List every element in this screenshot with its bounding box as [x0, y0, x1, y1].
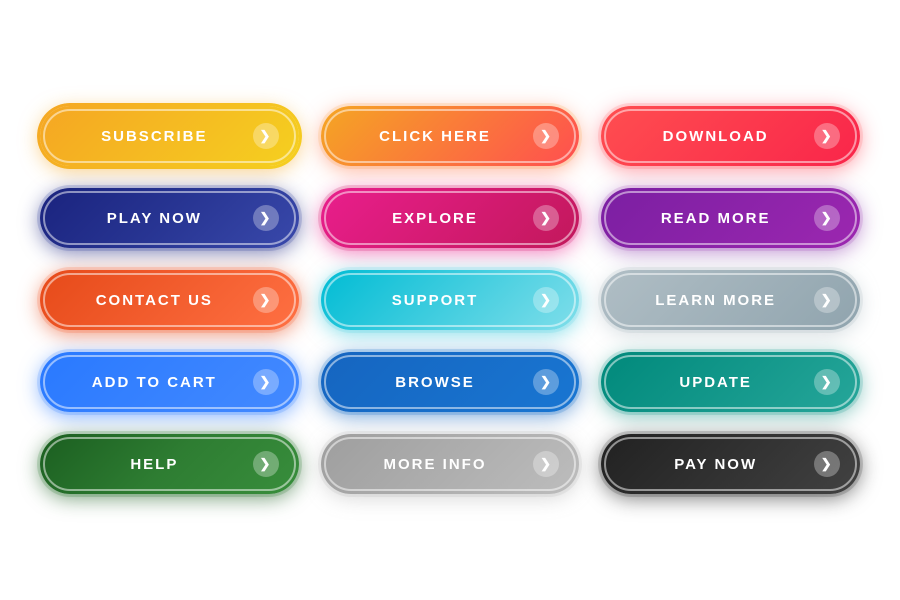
learn-more-label: LEARN MORE	[621, 292, 810, 309]
pay-now-button[interactable]: PAY NOW ❯	[601, 434, 860, 494]
inner-border	[43, 191, 296, 245]
inner-border	[604, 109, 857, 163]
inner-border	[324, 355, 577, 409]
browse-button[interactable]: BROWSE ❯	[321, 352, 580, 412]
update-button[interactable]: UPDATE ❯	[601, 352, 860, 412]
learn-more-button[interactable]: LEARN MORE ❯	[601, 270, 860, 330]
inner-border	[324, 273, 577, 327]
read-more-label: READ MORE	[621, 210, 810, 227]
inner-border	[604, 437, 857, 491]
download-chevron-icon: ❯	[814, 123, 840, 149]
update-label: UPDATE	[621, 374, 810, 391]
support-button[interactable]: SUPPORT ❯	[321, 270, 580, 330]
download-button[interactable]: DOWNLOAD ❯	[601, 106, 860, 166]
pay-now-label: PAY NOW	[621, 456, 810, 473]
subscribe-button[interactable]: SUBSCRIBE ❯	[40, 106, 299, 166]
inner-border	[43, 355, 296, 409]
subscribe-chevron-icon: ❯	[253, 123, 279, 149]
explore-label: EXPLORE	[341, 210, 530, 227]
play-now-button[interactable]: PLAY NOW ❯	[40, 188, 299, 248]
update-chevron-icon: ❯	[814, 369, 840, 395]
help-button[interactable]: HELP ❯	[40, 434, 299, 494]
add-to-cart-label: ADD TO CART	[60, 374, 249, 391]
support-label: SUPPORT	[341, 292, 530, 309]
download-label: DOWNLOAD	[621, 128, 810, 145]
play-now-label: PLAY NOW	[60, 210, 249, 227]
add-to-cart-button[interactable]: ADD TO CART ❯	[40, 352, 299, 412]
add-to-cart-chevron-icon: ❯	[253, 369, 279, 395]
contact-us-label: CONTACT US	[60, 292, 249, 309]
browse-chevron-icon: ❯	[533, 369, 559, 395]
pay-now-chevron-icon: ❯	[814, 451, 840, 477]
help-chevron-icon: ❯	[253, 451, 279, 477]
more-info-label: MORE INFO	[341, 456, 530, 473]
inner-border	[604, 191, 857, 245]
help-label: HELP	[60, 456, 249, 473]
inner-border	[43, 109, 296, 163]
more-info-chevron-icon: ❯	[533, 451, 559, 477]
click-here-label: CLICK HERE	[341, 128, 530, 145]
inner-border	[43, 273, 296, 327]
subscribe-label: SUBSCRIBE	[60, 128, 249, 145]
play-now-chevron-icon: ❯	[253, 205, 279, 231]
explore-chevron-icon: ❯	[533, 205, 559, 231]
explore-button[interactable]: EXPLORE ❯	[321, 188, 580, 248]
inner-border	[324, 437, 577, 491]
click-here-chevron-icon: ❯	[533, 123, 559, 149]
browse-label: BROWSE	[341, 374, 530, 391]
inner-border	[324, 109, 577, 163]
learn-more-chevron-icon: ❯	[814, 287, 840, 313]
inner-border	[604, 355, 857, 409]
contact-us-chevron-icon: ❯	[253, 287, 279, 313]
read-more-button[interactable]: READ MORE ❯	[601, 188, 860, 248]
inner-border	[43, 437, 296, 491]
contact-us-button[interactable]: CONTACT US ❯	[40, 270, 299, 330]
inner-border	[604, 273, 857, 327]
support-chevron-icon: ❯	[533, 287, 559, 313]
more-info-button[interactable]: MORE INFO ❯	[321, 434, 580, 494]
read-more-chevron-icon: ❯	[814, 205, 840, 231]
inner-border	[324, 191, 577, 245]
click-here-button[interactable]: CLICK HERE ❯	[321, 106, 580, 166]
button-grid: SUBSCRIBE ❯ CLICK HERE ❯ DOWNLOAD ❯ PLAY…	[0, 76, 900, 524]
